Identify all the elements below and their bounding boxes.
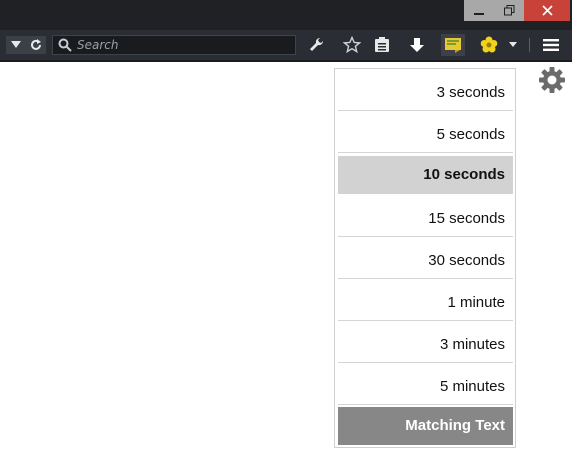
developer-tools-button[interactable] (305, 34, 329, 56)
reload-icon[interactable] (30, 39, 42, 51)
download-arrow-icon (410, 38, 424, 52)
restore-icon (503, 5, 514, 16)
dropdown-arrow-icon[interactable] (10, 41, 21, 49)
menu-item-5-minutes[interactable]: 5 minutes (338, 369, 513, 405)
close-button[interactable] (524, 0, 570, 21)
navigation-toolbar: Search (0, 30, 572, 62)
extension-dropdown-button[interactable] (503, 34, 523, 56)
chevron-down-icon (509, 42, 517, 47)
minimize-icon (474, 12, 484, 15)
bookmark-star-button[interactable] (340, 34, 364, 56)
gear-icon[interactable] (538, 66, 566, 94)
window-controls (464, 0, 570, 21)
hamburger-menu-icon (543, 39, 559, 51)
menu-item-10-seconds[interactable]: 10 seconds (338, 156, 513, 194)
reading-list-button[interactable] (370, 34, 394, 56)
search-input[interactable]: Search (52, 35, 296, 55)
title-bar (0, 0, 572, 30)
main-menu-button[interactable] (539, 34, 563, 56)
toolbar-separator (529, 38, 530, 52)
note-icon (445, 38, 461, 53)
menu-item-3-seconds[interactable]: 3 seconds (338, 75, 513, 111)
wrench-icon (310, 37, 324, 51)
clipboard-list-icon (375, 37, 389, 52)
menu-item-15-seconds[interactable]: 15 seconds (338, 201, 513, 237)
menu-item-5-seconds[interactable]: 5 seconds (338, 117, 513, 153)
url-controls (6, 36, 46, 54)
search-icon (58, 38, 72, 52)
close-icon (541, 5, 553, 16)
star-icon (343, 36, 361, 54)
downloads-button[interactable] (405, 34, 429, 56)
interval-dropdown-menu: 3 seconds 5 seconds 10 seconds 15 second… (334, 68, 516, 448)
flower-icon (480, 36, 498, 53)
menu-item-1-minute[interactable]: 1 minute (338, 285, 513, 321)
minimize-button[interactable] (464, 0, 494, 21)
flower-extension-button[interactable] (477, 34, 501, 56)
menu-item-30-seconds[interactable]: 30 seconds (338, 243, 513, 279)
search-placeholder: Search (77, 38, 119, 52)
restore-button[interactable] (494, 0, 524, 21)
notes-extension-button[interactable] (441, 34, 465, 56)
matching-text-button[interactable]: Matching Text (338, 407, 513, 445)
menu-item-3-minutes[interactable]: 3 minutes (338, 327, 513, 363)
